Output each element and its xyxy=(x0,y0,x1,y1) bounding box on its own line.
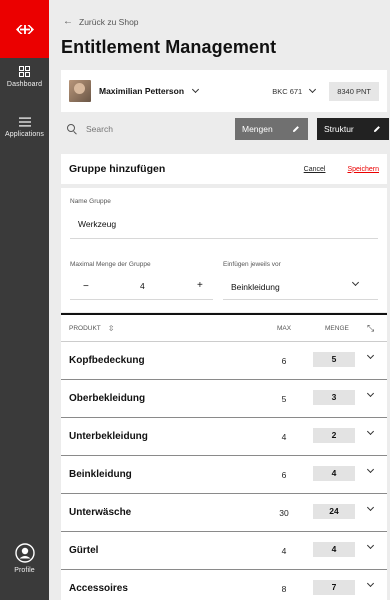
product-table: PRODUKT ⇳ MAX MENGE ⤡ Kopfbedeckung 6 5 … xyxy=(61,315,387,600)
chevron-down-icon[interactable] xyxy=(366,389,375,398)
product-name: Gürtel xyxy=(69,545,99,556)
add-group-title: Gruppe hinzufügen xyxy=(69,163,166,175)
main-content: ← Zurück zu Shop Entitlement Management … xyxy=(49,0,390,600)
product-name: Beinkleidung xyxy=(69,469,132,480)
table-row[interactable]: Accessoires 8 7 xyxy=(61,570,387,600)
sbb-logo-icon[interactable] xyxy=(0,0,49,58)
column-header-max: MAX xyxy=(277,324,292,332)
hamburger-menu-icon xyxy=(18,117,31,127)
chevron-down-icon[interactable] xyxy=(366,465,375,474)
table-row[interactable]: Oberbekleidung 5 3 xyxy=(61,380,387,418)
add-group-form: Name Gruppe Werkzeug Maximal Menge der G… xyxy=(61,188,387,312)
max-quantity-value[interactable]: 4 xyxy=(140,281,145,291)
product-max: 4 xyxy=(281,546,287,556)
product-max: 4 xyxy=(281,432,287,442)
increment-button[interactable]: + xyxy=(197,280,203,291)
add-group-header: Gruppe hinzufügen Cancel Speichern xyxy=(61,154,387,184)
product-name: Unterwäsche xyxy=(69,507,132,518)
column-header-product[interactable]: PRODUKT ⇳ xyxy=(69,324,114,333)
sidebar-item-label: Applications xyxy=(5,131,44,138)
page-title: Entitlement Management xyxy=(61,37,277,57)
pencil-icon xyxy=(293,126,299,132)
struktur-button[interactable]: Struktur xyxy=(317,118,389,140)
table-row[interactable]: Gürtel 4 4 xyxy=(61,532,387,570)
product-menge[interactable]: 4 xyxy=(313,542,355,557)
table-header: PRODUKT ⇳ MAX MENGE ⤡ xyxy=(61,315,387,342)
product-menge[interactable]: 4 xyxy=(313,466,355,481)
sidebar-item-dashboard[interactable]: Dashboard xyxy=(0,66,49,88)
chevron-down-icon[interactable] xyxy=(366,541,375,550)
sidebar: Dashboard Applications Profile xyxy=(0,0,49,600)
product-max: 30 xyxy=(279,508,289,518)
user-circle-icon xyxy=(14,543,35,563)
chevron-down-icon xyxy=(309,85,317,94)
column-header-label: PRODUKT xyxy=(69,324,101,332)
table-row[interactable]: Beinkleidung 6 4 xyxy=(61,456,387,494)
cancel-link[interactable]: Cancel xyxy=(304,166,326,173)
product-name: Kopfbedeckung xyxy=(69,355,145,366)
product-menge[interactable]: 2 xyxy=(313,428,355,443)
divider xyxy=(70,238,378,239)
avatar xyxy=(69,80,91,102)
cost-center-value: BKC 671 xyxy=(272,86,303,96)
decrement-button[interactable]: − xyxy=(83,281,89,292)
product-menge[interactable]: 24 xyxy=(313,504,355,519)
arrow-left-icon: ← xyxy=(63,16,73,27)
product-menge[interactable]: 7 xyxy=(313,580,355,595)
chevron-down-icon[interactable] xyxy=(366,427,375,436)
cost-center-select[interactable]: BKC 671 xyxy=(272,85,317,96)
product-max: 6 xyxy=(281,470,287,480)
chevron-down-icon[interactable] xyxy=(366,503,375,512)
insert-before-select[interactable]: Beinkleidung xyxy=(231,282,280,292)
product-menge[interactable]: 3 xyxy=(313,390,355,405)
search-row: Mengen Struktur xyxy=(61,118,389,140)
sidebar-item-profile[interactable]: Profile xyxy=(0,543,49,574)
product-max: 5 xyxy=(281,394,287,404)
user-name: Maximilian Petterson xyxy=(99,86,185,96)
chevron-down-icon[interactable] xyxy=(191,85,200,94)
divider xyxy=(70,299,213,300)
save-link[interactable]: Speichern xyxy=(347,166,379,173)
insert-before-label: Einfügen jeweils vor xyxy=(223,261,281,268)
group-name-field[interactable]: Werkzeug xyxy=(78,219,116,229)
points-badge: 8340 PNT xyxy=(329,81,379,101)
struktur-button-label: Struktur xyxy=(324,124,354,134)
user-bar: Maximilian Petterson BKC 671 8340 PNT xyxy=(61,70,387,112)
divider xyxy=(223,299,378,300)
column-header-menge: MENGE xyxy=(325,324,349,332)
sidebar-item-applications[interactable]: Applications xyxy=(0,117,49,138)
sidebar-item-label: Profile xyxy=(14,567,35,574)
chevron-down-icon[interactable] xyxy=(366,351,375,360)
table-row[interactable]: Kopfbedeckung 6 5 xyxy=(61,342,387,380)
sidebar-item-label: Dashboard xyxy=(6,81,43,88)
chevron-down-icon xyxy=(351,278,360,287)
max-quantity-label: Maximal Menge der Gruppe xyxy=(70,261,151,268)
product-name: Oberbekleidung xyxy=(69,393,146,404)
dashboard-grid-icon xyxy=(19,66,30,77)
search-input[interactable] xyxy=(86,124,206,134)
product-max: 6 xyxy=(281,356,287,366)
product-menge[interactable]: 5 xyxy=(313,352,355,367)
search-icon xyxy=(67,123,78,135)
collapse-all-icon[interactable]: ⤡ xyxy=(367,323,374,334)
pencil-icon xyxy=(374,126,380,132)
mengen-button[interactable]: Mengen xyxy=(235,118,308,140)
group-name-label: Name Gruppe xyxy=(70,198,111,205)
back-link-label: Zurück zu Shop xyxy=(79,16,139,27)
product-max: 8 xyxy=(281,584,287,594)
table-row[interactable]: Unterbekleidung 4 2 xyxy=(61,418,387,456)
sort-icon: ⇳ xyxy=(107,323,115,333)
mengen-button-label: Mengen xyxy=(242,124,273,134)
table-row[interactable]: Unterwäsche 30 24 xyxy=(61,494,387,532)
chevron-down-icon[interactable] xyxy=(366,579,375,588)
back-to-shop-link[interactable]: ← Zurück zu Shop xyxy=(63,16,139,27)
sbb-arrows-icon xyxy=(15,24,34,34)
product-name: Unterbekleidung xyxy=(69,431,148,442)
product-name: Accessoires xyxy=(69,583,128,594)
